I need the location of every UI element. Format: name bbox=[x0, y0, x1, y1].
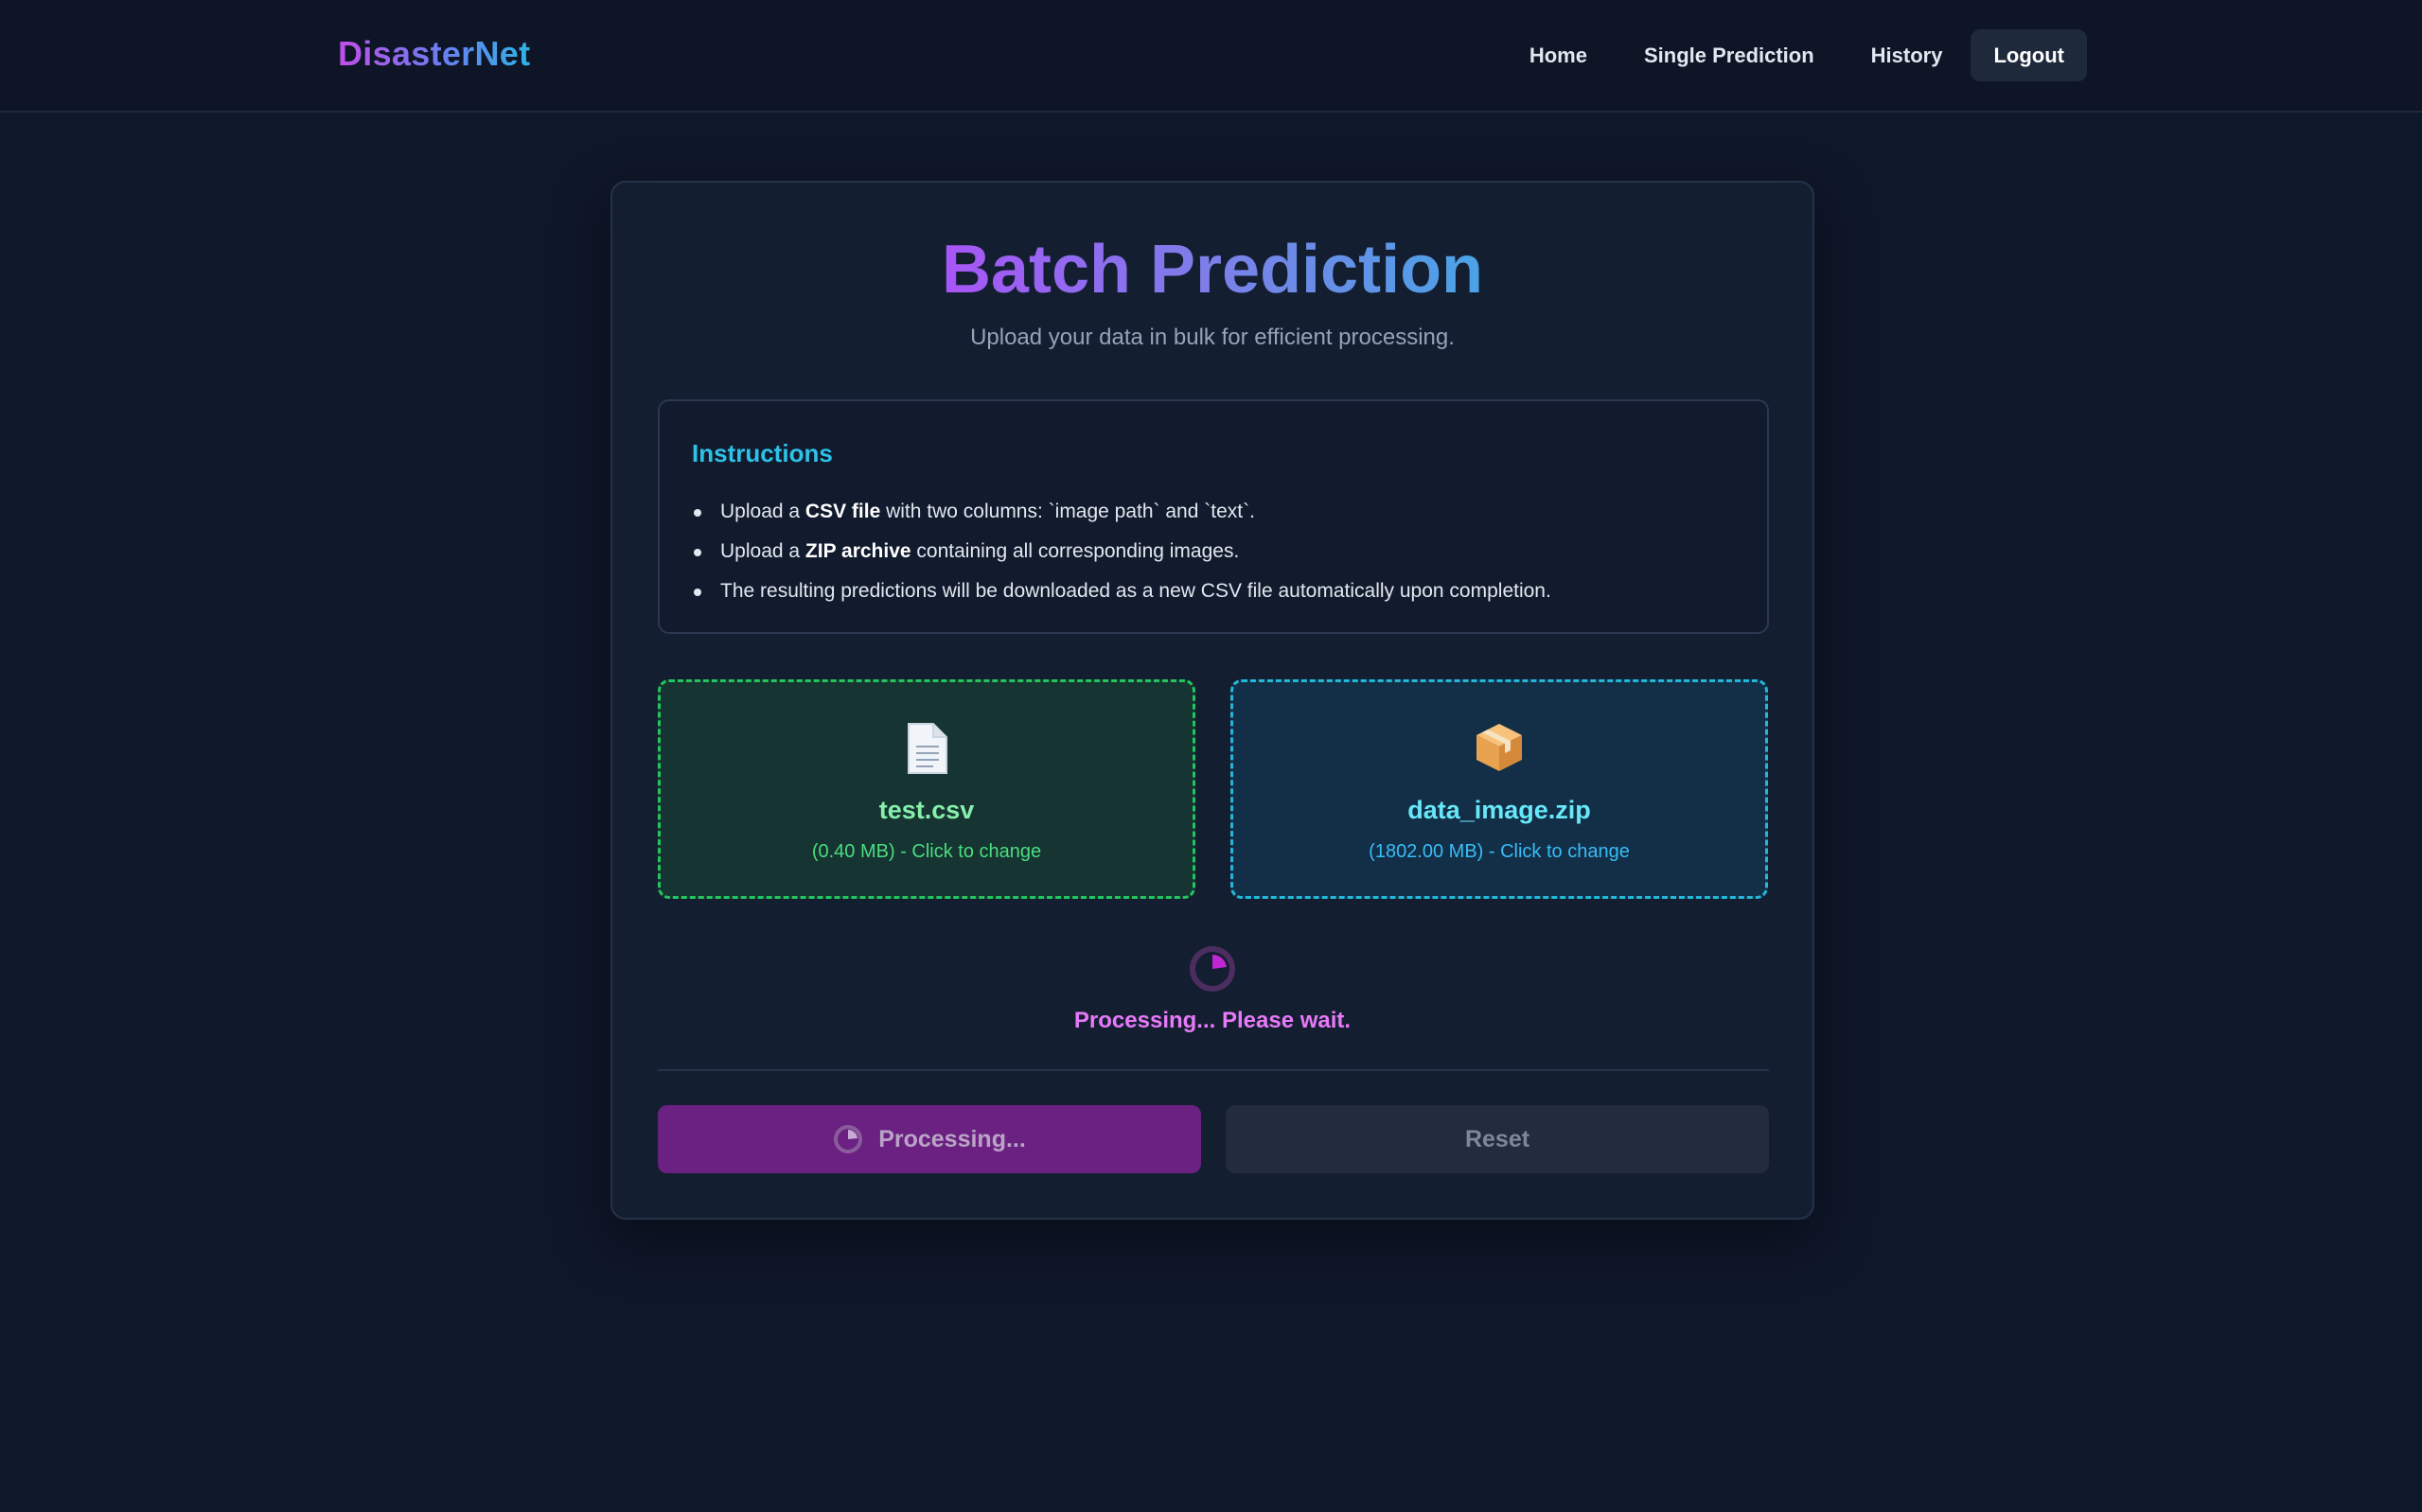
process-button[interactable]: Processing... bbox=[658, 1105, 1201, 1173]
instruction-item: The resulting predictions will be downlo… bbox=[692, 571, 1551, 611]
instructions-list: Upload a CSV file with two columns: `ima… bbox=[692, 492, 1551, 611]
nav-links: Home Single Prediction History Logout bbox=[1501, 29, 2087, 81]
instructions-title: Instructions bbox=[692, 439, 833, 467]
navbar: DisasterNet Home Single Prediction Histo… bbox=[0, 0, 2422, 113]
csv-file-meta: (0.40 MB) - Click to change bbox=[811, 841, 1042, 862]
process-button-label: Processing... bbox=[878, 1125, 1026, 1152]
loading-spinner bbox=[612, 944, 1812, 993]
reset-button[interactable]: Reset bbox=[1226, 1105, 1769, 1173]
csv-upload-dropzone[interactable]: test.csv (0.40 MB) - Click to change bbox=[658, 679, 1195, 899]
batch-prediction-card: Batch Prediction Upload your data in bul… bbox=[610, 181, 1814, 1220]
zip-upload-dropzone[interactable]: data_image.zip (1802.00 MB) - Click to c… bbox=[1230, 679, 1768, 899]
spinner-icon bbox=[833, 1124, 863, 1154]
csv-file-name: test.csv bbox=[878, 796, 975, 824]
page-subtitle: Upload your data in bulk for efficient p… bbox=[970, 325, 1455, 350]
brand-logo[interactable]: DisasterNet bbox=[338, 34, 530, 74]
nav-home[interactable]: Home bbox=[1501, 29, 1616, 81]
nav-single-prediction[interactable]: Single Prediction bbox=[1616, 29, 1843, 81]
processing-status: Processing... Please wait. bbox=[1073, 1008, 1352, 1033]
instruction-item: Upload a ZIP archive containing all corr… bbox=[692, 532, 1551, 571]
zip-file-meta: (1802.00 MB) - Click to change bbox=[1369, 841, 1630, 862]
document-icon bbox=[661, 722, 1193, 775]
page-title: Batch Prediction bbox=[941, 232, 1484, 308]
package-icon bbox=[1233, 722, 1765, 773]
logout-button[interactable]: Logout bbox=[1971, 29, 2087, 81]
instruction-item: Upload a CSV file with two columns: `ima… bbox=[692, 492, 1551, 532]
zip-file-name: data_image.zip bbox=[1407, 796, 1591, 824]
instructions-panel: Instructions Upload a CSV file with two … bbox=[658, 399, 1769, 634]
nav-history[interactable]: History bbox=[1843, 29, 1971, 81]
divider bbox=[658, 1069, 1769, 1071]
